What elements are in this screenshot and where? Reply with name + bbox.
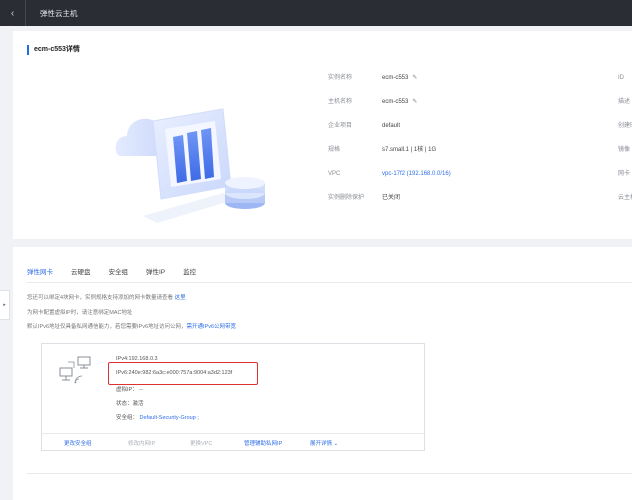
info-label: 规格 <box>328 147 341 153</box>
right-label-image: 镜像 <box>618 147 631 153</box>
info-label: 主机名称 <box>328 99 353 105</box>
server-illustration-icon <box>115 108 265 223</box>
edit-icon[interactable]: ✎ <box>412 75 417 81</box>
detail-title: ecm-c553详情 <box>27 45 80 55</box>
ipv6-bandwidth-link[interactable]: 需开通IPv6公网带宽 <box>187 324 237 330</box>
info-value: 已关闭 <box>382 195 401 201</box>
back-icon[interactable]: ‹ <box>0 0 26 26</box>
right-label-created: 创建时 <box>618 123 632 129</box>
info-value: default <box>382 123 401 129</box>
tab-divider <box>27 282 632 283</box>
instance-detail-card: ecm-c553详情 实例名称 ecm-c553 ✎ 主机名称 ecm-c553… <box>13 31 632 239</box>
tab-elastic-nic[interactable]: 弹性网卡 <box>27 267 53 283</box>
right-label-host: 云主机 <box>618 195 632 201</box>
here-link[interactable]: 这里 <box>175 295 186 301</box>
nic-note-1: 您还可以绑定4块网卡，实例规格支持添加的网卡数量请查看 这里 <box>27 295 186 301</box>
nic-status: 状态：激活 <box>116 401 144 407</box>
tabs-card: 弹性网卡 云硬盘 安全组 弹性IP 监控 您还可以绑定4块网卡，实例规格支持添加… <box>13 247 632 500</box>
right-label-id: ID <box>618 75 624 81</box>
info-label: 企业项目 <box>328 123 353 129</box>
info-label: 实例名称 <box>328 75 353 81</box>
modify-private-ip-button[interactable]: 修改内网IP <box>128 439 155 447</box>
tab-security-group[interactable]: 安全组 <box>109 267 129 283</box>
ipv6-highlight-box <box>108 362 258 385</box>
edit-icon[interactable]: ✎ <box>412 99 417 105</box>
tab-monitoring[interactable]: 监控 <box>183 267 196 283</box>
nic-note-2: 为网卡配置虚拟IP时，请注意绑定MAC地址 <box>27 310 133 316</box>
vpc-link[interactable]: vpc-17f2 (192.168.0.0/16) <box>382 169 451 179</box>
change-vpc-button[interactable]: 更换VPC <box>190 439 212 447</box>
tab-cloud-disk[interactable]: 云硬盘 <box>71 267 91 283</box>
info-value: s7.small.1 | 1核 | 1G <box>382 147 437 153</box>
info-value: ecm-c553 ✎ <box>382 75 418 81</box>
nic-virtual-ip: 虚拟IP： -- <box>116 387 143 393</box>
security-group-link[interactable]: Default-Security-Group ; <box>140 415 199 421</box>
page-title: 弹性云主机 <box>40 8 78 18</box>
sidebar-expand-icon[interactable]: ▸ <box>0 290 10 320</box>
top-bar: ‹ 弹性云主机 <box>0 0 632 26</box>
info-value: ecm-c553 ✎ <box>382 99 418 105</box>
expand-details-button[interactable]: 展开详情 ⌄ <box>310 439 338 447</box>
network-icon <box>59 356 91 384</box>
right-label-description: 描述 <box>618 99 631 105</box>
info-label: 实例删除保护 <box>328 195 365 201</box>
nic-security-group: 安全组： Default-Security-Group ; <box>116 415 199 421</box>
nic-actions: 更改安全组 修改内网IP 更换VPC 管理辅助私网IP 展开详情 ⌄ <box>42 433 424 452</box>
nic-note-3: 默认IPv6地址仅具备私网通信能力，若您需要IPv6地址访问公网，需开通IPv6… <box>27 324 237 330</box>
tab-elastic-ip[interactable]: 弹性IP <box>146 267 165 283</box>
tab-bar: 弹性网卡 云硬盘 安全组 弹性IP 监控 <box>27 267 214 283</box>
right-label-nic: 网卡 <box>618 171 631 177</box>
info-label: VPC <box>328 171 341 177</box>
manage-secondary-ip-button[interactable]: 管理辅助私网IP <box>244 439 282 447</box>
change-security-group-button[interactable]: 更改安全组 <box>64 439 92 447</box>
card-bottom-divider <box>27 473 632 474</box>
nic-card: IPv4:192.168.0.3 IPv6:240e:982:6a3c:e000… <box>41 343 425 451</box>
